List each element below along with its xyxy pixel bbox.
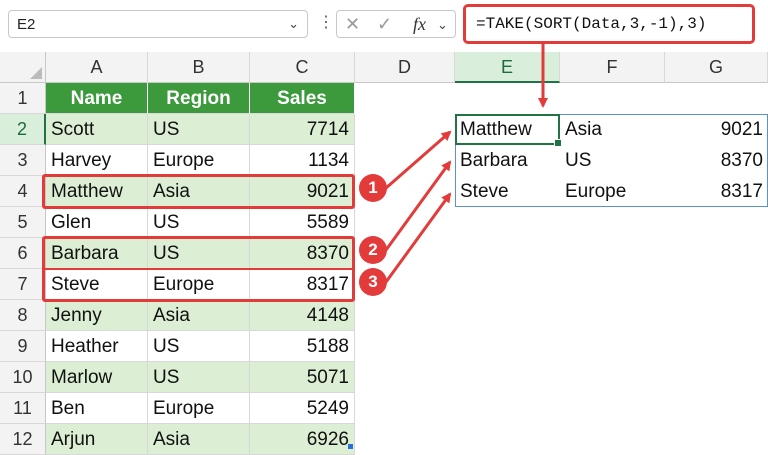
arrow-3 bbox=[384, 192, 452, 283]
column-header-a[interactable]: A bbox=[46, 52, 148, 83]
table-cell[interactable]: US bbox=[148, 331, 250, 362]
table-cell[interactable]: Asia bbox=[148, 176, 250, 207]
table-cell[interactable]: Asia bbox=[148, 300, 250, 331]
table-cell[interactable]: Matthew bbox=[46, 176, 148, 207]
table-cell[interactable]: 8317 bbox=[250, 269, 355, 300]
table-cell[interactable]: Marlow bbox=[46, 362, 148, 393]
cancel-icon[interactable]: ✕ bbox=[345, 14, 360, 35]
more-options-icon[interactable]: ⋮ bbox=[318, 12, 334, 32]
result-cell[interactable]: Asia bbox=[560, 114, 665, 145]
table-cell[interactable]: US bbox=[148, 207, 250, 238]
table-cell[interactable]: Glen bbox=[46, 207, 148, 238]
arrow-1 bbox=[385, 130, 452, 190]
table-cell[interactable]: 5188 bbox=[250, 331, 355, 362]
result-cell[interactable]: 9021 bbox=[665, 114, 768, 145]
table-cell[interactable]: Europe bbox=[148, 269, 250, 300]
badge-3: 3 bbox=[359, 268, 387, 296]
table-cell[interactable]: Europe bbox=[148, 393, 250, 424]
table-cell[interactable]: 7714 bbox=[250, 114, 355, 145]
column-header-e[interactable]: E bbox=[455, 52, 560, 83]
row-header-10[interactable]: 10 bbox=[0, 362, 46, 393]
name-box-value: E2 bbox=[17, 16, 36, 33]
chevron-down-icon[interactable]: ⌄ bbox=[288, 16, 299, 32]
column-header-f[interactable]: F bbox=[560, 52, 665, 83]
row-header-11[interactable]: 11 bbox=[0, 393, 46, 424]
table-cell[interactable]: 1134 bbox=[250, 145, 355, 176]
table-cell[interactable]: Asia bbox=[148, 424, 250, 455]
result-cell[interactable]: US bbox=[560, 145, 665, 176]
row-header-8[interactable]: 8 bbox=[0, 300, 46, 331]
table-cell[interactable]: 4148 bbox=[250, 300, 355, 331]
result-cell[interactable]: Europe bbox=[560, 176, 665, 207]
column-header-b[interactable]: B bbox=[148, 52, 250, 83]
result-cell[interactable]: 8317 bbox=[665, 176, 768, 207]
table-cell[interactable]: US bbox=[148, 238, 250, 269]
table-cell[interactable]: 6926 bbox=[250, 424, 355, 455]
table-cell[interactable]: Europe bbox=[148, 145, 250, 176]
table-cell[interactable]: Barbara bbox=[46, 238, 148, 269]
select-all-icon bbox=[30, 67, 42, 79]
table-cell[interactable]: Steve bbox=[46, 269, 148, 300]
row-header-7[interactable]: 7 bbox=[0, 269, 46, 300]
fill-marker bbox=[348, 444, 353, 449]
badge-1: 1 bbox=[359, 174, 387, 202]
formula-bar-area: E2 ⌄ ⋮ ✕ ✓ fx ⌄ =TAKE(SORT(Data,3,-1),3) bbox=[0, 0, 768, 52]
column-header-c[interactable]: C bbox=[250, 52, 355, 83]
table-header-cell[interactable]: Region bbox=[148, 83, 250, 114]
table-header-cell[interactable]: Sales bbox=[250, 83, 355, 114]
chevron-down-icon[interactable]: ⌄ bbox=[437, 17, 448, 33]
row-header-3[interactable]: 3 bbox=[0, 145, 46, 176]
result-cell[interactable]: Matthew bbox=[455, 114, 560, 145]
table-cell[interactable]: 5071 bbox=[250, 362, 355, 393]
row-header-5[interactable]: 5 bbox=[0, 207, 46, 238]
table-cell[interactable]: Ben bbox=[46, 393, 148, 424]
table-cell[interactable]: Heather bbox=[46, 331, 148, 362]
row-header-2[interactable]: 2 bbox=[0, 114, 46, 145]
row-header-6[interactable]: 6 bbox=[0, 238, 46, 269]
table-cell[interactable]: 9021 bbox=[250, 176, 355, 207]
result-cell[interactable]: Steve bbox=[455, 176, 560, 207]
column-header-g[interactable]: G bbox=[665, 52, 768, 83]
table-cell[interactable]: Jenny bbox=[46, 300, 148, 331]
table-cell[interactable]: Scott bbox=[46, 114, 148, 145]
result-cell[interactable]: 8370 bbox=[665, 145, 768, 176]
column-header-d[interactable]: D bbox=[355, 52, 455, 83]
row-header-4[interactable]: 4 bbox=[0, 176, 46, 207]
name-box[interactable]: E2 ⌄ bbox=[8, 10, 308, 38]
result-cell[interactable]: Barbara bbox=[455, 145, 560, 176]
formula-text: =TAKE(SORT(Data,3,-1),3) bbox=[476, 15, 707, 33]
row-header-12[interactable]: 12 bbox=[0, 424, 46, 455]
badge-2: 2 bbox=[359, 236, 387, 264]
table-cell[interactable]: Arjun bbox=[46, 424, 148, 455]
table-cell[interactable]: US bbox=[148, 362, 250, 393]
highlight-divider bbox=[42, 268, 355, 270]
insert-function-icon[interactable]: fx bbox=[413, 14, 426, 35]
table-cell[interactable]: Harvey bbox=[46, 145, 148, 176]
arrow-2 bbox=[384, 160, 452, 251]
table-cell[interactable]: 5589 bbox=[250, 207, 355, 238]
table-cell[interactable]: 5249 bbox=[250, 393, 355, 424]
select-all-corner[interactable] bbox=[0, 52, 46, 83]
table-cell[interactable]: 8370 bbox=[250, 238, 355, 269]
formula-controls: ✕ ✓ fx ⌄ bbox=[336, 10, 456, 38]
formula-input[interactable]: =TAKE(SORT(Data,3,-1),3) bbox=[463, 4, 755, 44]
row-header-9[interactable]: 9 bbox=[0, 331, 46, 362]
enter-icon[interactable]: ✓ bbox=[377, 14, 392, 35]
row-header-1[interactable]: 1 bbox=[0, 83, 46, 114]
table-header-cell[interactable]: Name bbox=[46, 83, 148, 114]
table-cell[interactable]: US bbox=[148, 114, 250, 145]
